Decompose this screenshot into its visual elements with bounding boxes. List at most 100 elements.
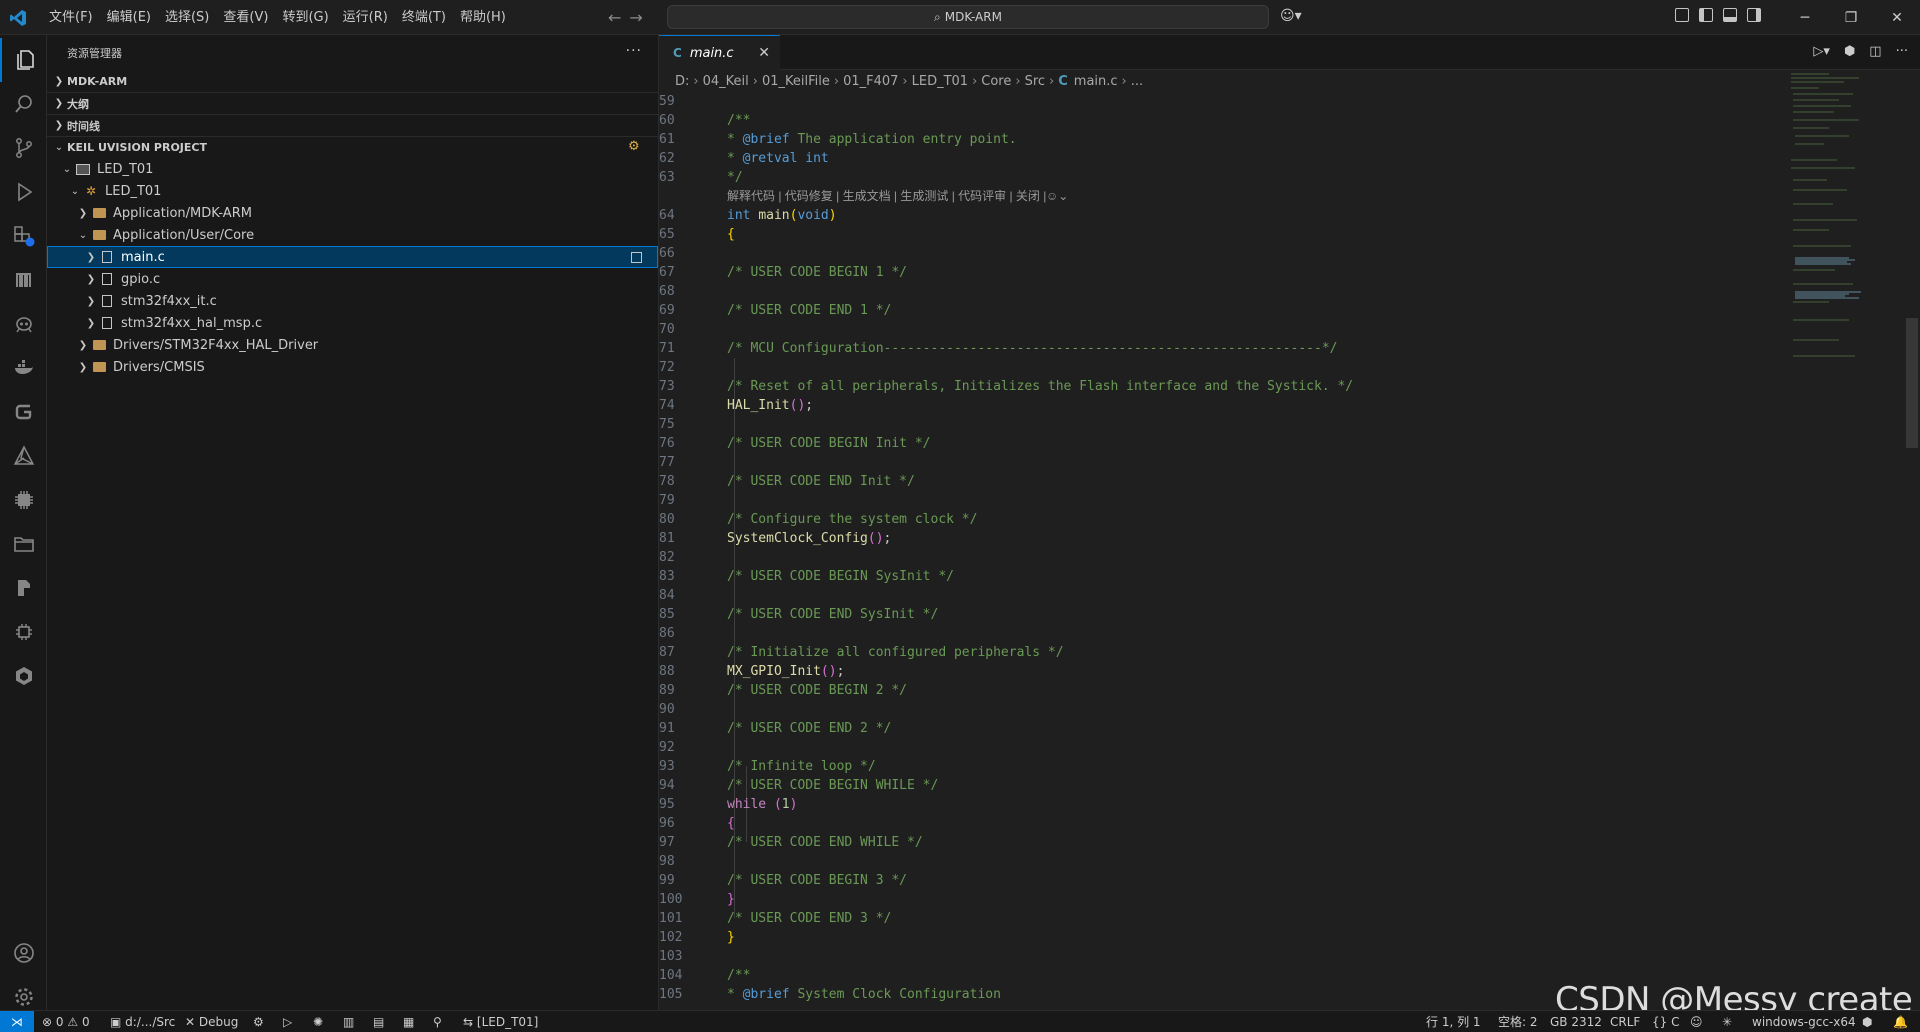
- remote-indicator-icon[interactable]: ⋊: [0, 1011, 34, 1032]
- cmake-icon[interactable]: [0, 434, 47, 478]
- toggle-panel-icon[interactable]: [1723, 8, 1737, 22]
- tree-item-project[interactable]: ⌄ LED_T01: [47, 158, 658, 180]
- split-editor-icon[interactable]: ◫: [1869, 44, 1881, 59]
- tree-item-file[interactable]: ❯ stm32f4xx_it.c: [47, 290, 658, 312]
- breadcrumb-item[interactable]: D:: [675, 74, 689, 89]
- copilot-status-icon[interactable]: ☺: [1690, 1011, 1703, 1032]
- gitlens-icon[interactable]: [0, 390, 47, 434]
- extension-action-icon[interactable]: ⬢: [1844, 44, 1855, 59]
- forward-arrow-icon[interactable]: →: [629, 8, 642, 27]
- breadcrumb-item[interactable]: 01_F407: [843, 74, 898, 89]
- problems-indicator[interactable]: ⊗ 0 ⚠ 0: [42, 1011, 90, 1032]
- restore-icon[interactable]: ❐: [1828, 0, 1874, 35]
- menu-run[interactable]: 运行(R): [336, 0, 395, 35]
- tree-item-group[interactable]: ❯ Drivers/STM32F4xx_HAL_Driver: [47, 334, 658, 356]
- minimap[interactable]: [1789, 70, 1909, 370]
- line-number: 92: [659, 740, 675, 755]
- debug-config[interactable]: ✕ Debug: [185, 1011, 238, 1032]
- debug-bug-icon[interactable]: ✺: [313, 1011, 323, 1032]
- search-view-icon[interactable]: [0, 82, 47, 126]
- run-file-icon[interactable]: ▷▾: [1813, 44, 1830, 59]
- toggle-primary-sidebar-icon[interactable]: [1699, 8, 1713, 22]
- folders-icon[interactable]: [0, 522, 47, 566]
- language-mode[interactable]: {} C: [1652, 1011, 1680, 1032]
- ai-assistant-icon[interactable]: ☺⌄: [1046, 187, 1068, 206]
- source-control-icon[interactable]: [0, 126, 47, 170]
- menu-go[interactable]: 转到(G): [275, 0, 335, 35]
- code-editor[interactable]: 59 60/** 61 * @brief The application ent…: [659, 92, 1789, 1010]
- section-keil-label: KEIL UVISION PROJECT: [67, 141, 207, 154]
- processor-icon[interactable]: [0, 610, 47, 654]
- breadcrumb-item[interactable]: main.c: [1074, 74, 1118, 89]
- more-actions-icon[interactable]: ···: [1896, 44, 1908, 59]
- chip-icon[interactable]: [0, 478, 47, 522]
- tree-item-file[interactable]: ❯ gpio.c: [47, 268, 658, 290]
- breadcrumb-item[interactable]: ...: [1131, 74, 1143, 89]
- breadcrumb-item[interactable]: 01_KeilFile: [762, 74, 830, 89]
- indentation[interactable]: 空格: 2: [1498, 1011, 1538, 1032]
- section-workspace[interactable]: ❯ MDK-ARM: [47, 70, 658, 92]
- cube-icon[interactable]: [0, 654, 47, 698]
- menu-edit[interactable]: 编辑(E): [100, 0, 158, 35]
- tree-item-group[interactable]: ❯ Drivers/CMSIS: [47, 356, 658, 378]
- target-selector[interactable]: ⇆ [LED_T01]: [463, 1011, 538, 1032]
- menu-help[interactable]: 帮助(H): [453, 0, 513, 35]
- menu-terminal[interactable]: 终端(T): [395, 0, 453, 35]
- breadcrumb-item[interactable]: 04_Keil: [703, 74, 749, 89]
- tree-item-group[interactable]: ⌄ Application/User/Core: [47, 224, 658, 246]
- menu-selection[interactable]: 选择(S): [158, 0, 216, 35]
- build-settings-icon[interactable]: ⚙: [253, 1011, 264, 1032]
- chevron-right-icon: ❯: [86, 251, 96, 263]
- extensions-icon[interactable]: [0, 214, 47, 258]
- line-ending[interactable]: CRLF: [1610, 1011, 1640, 1032]
- open-file-icon[interactable]: [631, 252, 642, 263]
- editor-scrollbar[interactable]: [1906, 318, 1918, 448]
- compiler-config[interactable]: windows-gcc-x64: [1752, 1011, 1856, 1032]
- platformio-icon[interactable]: [0, 566, 47, 610]
- tree-item-label: Drivers/CMSIS: [113, 359, 205, 375]
- minimize-icon[interactable]: ─: [1782, 0, 1828, 35]
- tree-item-file[interactable]: ❯ stm32f4xx_hal_msp.c: [47, 312, 658, 334]
- encoding[interactable]: GB 2312: [1550, 1011, 1602, 1032]
- menu-file[interactable]: 文件(F): [42, 0, 100, 35]
- customize-layout-icon[interactable]: [1675, 8, 1689, 22]
- explorer-icon[interactable]: [0, 38, 49, 82]
- back-arrow-icon[interactable]: ←: [608, 8, 621, 27]
- section-keil[interactable]: ⌄ KEIL UVISION PROJECT ⚙: [47, 136, 658, 158]
- alien-icon[interactable]: [0, 302, 47, 346]
- command-center[interactable]: ⌕ MDK-ARM: [667, 5, 1269, 29]
- breadcrumb-item[interactable]: Src: [1025, 74, 1045, 89]
- accounts-icon[interactable]: [0, 931, 47, 975]
- build-icon[interactable]: ▤: [373, 1011, 384, 1032]
- tree-item-file-selected[interactable]: ❯ main.c: [47, 246, 658, 268]
- menu-view[interactable]: 查看(V): [216, 0, 275, 35]
- section-timeline[interactable]: ❯ 时间线: [47, 114, 658, 136]
- clean-icon[interactable]: ▥: [343, 1011, 354, 1032]
- copilot-icon[interactable]: ☺▾: [1280, 8, 1302, 24]
- mdk-icon[interactable]: [0, 258, 47, 302]
- c-file-icon: C: [1058, 73, 1068, 89]
- folder-indicator[interactable]: ▣ d:/.../Src: [110, 1011, 175, 1032]
- extension-status-icon[interactable]: ⬢: [1862, 1011, 1872, 1032]
- tree-item-group[interactable]: ❯ Application/MDK-ARM: [47, 202, 658, 224]
- more-actions-icon[interactable]: ···: [626, 43, 642, 59]
- toggle-secondary-sidebar-icon[interactable]: [1747, 8, 1761, 22]
- docker-icon[interactable]: [0, 346, 47, 390]
- breadcrumb-item[interactable]: Core: [981, 74, 1011, 89]
- notifications-bell-icon[interactable]: 🔔: [1893, 1011, 1908, 1032]
- flash-icon[interactable]: ⚲: [433, 1011, 442, 1032]
- rebuild-icon[interactable]: ▦: [403, 1011, 414, 1032]
- tree-item-target[interactable]: ⌄ ✲ LED_T01: [47, 180, 658, 202]
- cmake-status-icon[interactable]: ✳: [1722, 1011, 1732, 1032]
- close-window-icon[interactable]: ✕: [1874, 0, 1920, 35]
- close-tab-icon[interactable]: ✕: [758, 45, 770, 61]
- run-icon[interactable]: ▷: [283, 1011, 292, 1032]
- cursor-position[interactable]: 行 1, 列 1: [1426, 1011, 1481, 1032]
- breadcrumb-item[interactable]: LED_T01: [912, 74, 968, 89]
- keil-build-icon[interactable]: ⚙: [628, 139, 642, 154]
- section-outline[interactable]: ❯ 大纲: [47, 92, 658, 114]
- run-debug-icon[interactable]: [0, 170, 47, 214]
- codelens-actions[interactable]: 解释代码 | 代码修复 | 生成文档 | 生成测试 | 代码评审 | 关闭 | ☺…: [659, 187, 1789, 206]
- line-number: 78: [659, 474, 675, 489]
- tab-main-c[interactable]: C main.c ✕: [659, 35, 780, 70]
